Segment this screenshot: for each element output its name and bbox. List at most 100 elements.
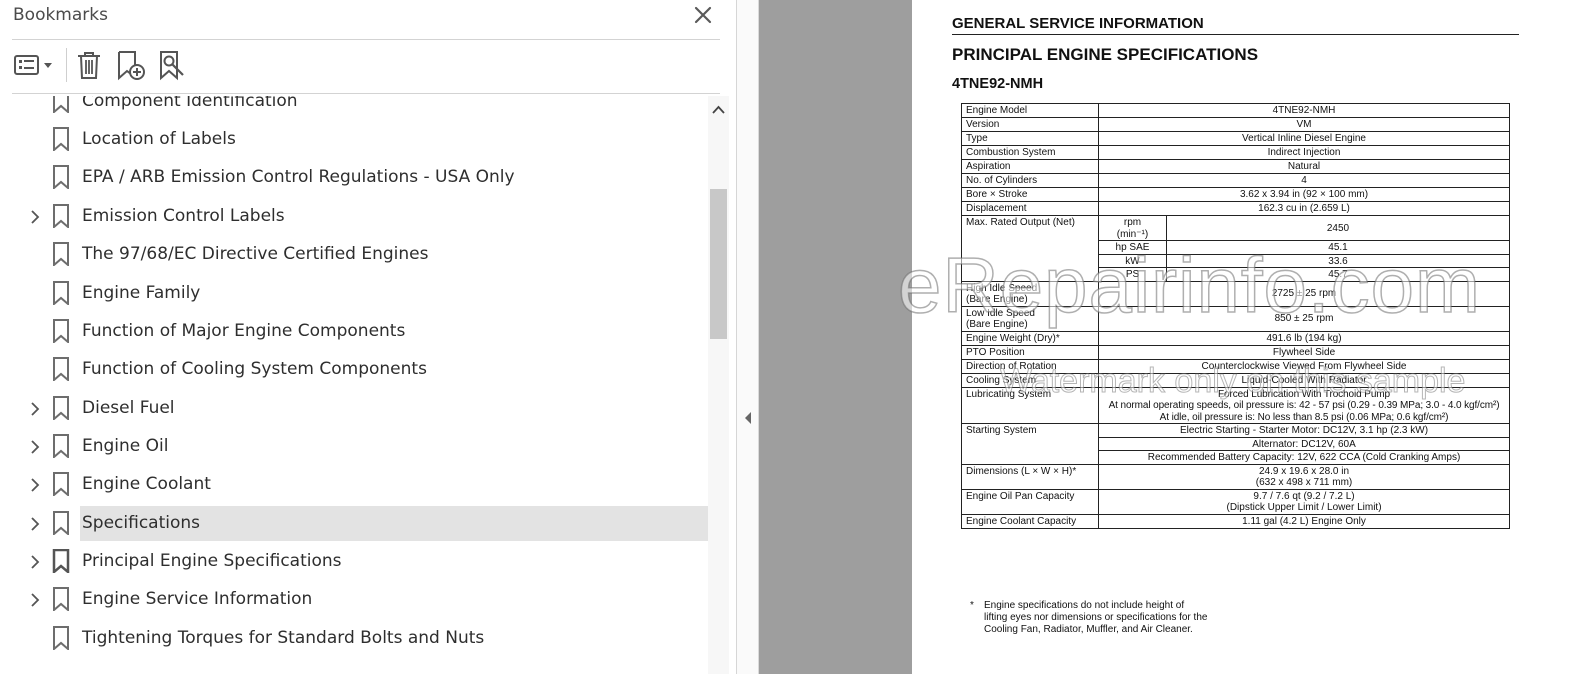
bookmark-item[interactable]: Engine Oil — [0, 429, 708, 464]
pane-splitter[interactable] — [737, 0, 759, 674]
bookmark-item[interactable]: Function of Major Engine Components — [0, 314, 708, 349]
bookmark-scrollbar[interactable] — [708, 96, 729, 674]
bookmark-icon — [53, 281, 69, 305]
footnote-marker: * — [970, 600, 974, 611]
bookmark-item[interactable]: Tightening Torques for Standard Bolts an… — [0, 621, 708, 656]
spec-table: Engine Model 4TNE92-NMH Version VM Type Ver… — [961, 103, 1511, 529]
table-row: Combustion System Indirect Injection — [961, 145, 1511, 160]
spec-label: Engine Oil Pan Capacity — [961, 488, 1099, 515]
spec-label: Aspiration — [961, 159, 1099, 174]
spec-label: Lubricating System — [961, 386, 1099, 424]
bookmark-icon — [53, 165, 69, 189]
divider — [12, 93, 720, 94]
bookmark-list: Component Identification Location of Lab… — [0, 96, 708, 674]
options-menu-button[interactable] — [13, 49, 57, 81]
bookmark-label[interactable]: Engine Oil — [80, 429, 708, 464]
bookmark-icon — [53, 434, 69, 458]
bookmark-label[interactable]: Principal Engine Specifications — [80, 544, 708, 579]
chevron-right-icon[interactable] — [25, 475, 45, 495]
bookmark-icon — [53, 472, 69, 496]
spec-value: 162.3 cu in (2.659 L) — [1097, 201, 1511, 216]
spec-unit: rpm (min⁻¹) — [1098, 215, 1167, 241]
footnote-text: Engine specifications do not include hei… — [984, 600, 1244, 636]
bookmark-item[interactable]: The 97/68/EC Directive Certified Engines — [0, 237, 708, 272]
bookmark-label[interactable]: Function of Cooling System Components — [80, 352, 708, 387]
chevron-right-icon[interactable] — [25, 552, 45, 572]
bookmark-label[interactable]: Location of Labels — [80, 122, 708, 157]
bookmark-item[interactable]: Principal Engine Specifications — [0, 544, 708, 579]
bookmark-label[interactable]: Engine Service Information — [80, 582, 708, 617]
bookmark-label[interactable]: The 97/68/EC Directive Certified Engines — [80, 237, 708, 272]
spec-label: Cooling System — [961, 372, 1099, 388]
bookmark-icon — [53, 204, 69, 228]
close-panel-button[interactable] — [690, 2, 716, 28]
triangle-left-icon[interactable] — [742, 410, 754, 426]
bookmark-item-selected[interactable]: Specifications — [0, 506, 708, 541]
table-row: Dimensions (L × W × H)* 24.9 x 19.6 x 28.… — [961, 463, 1511, 490]
header-rule — [952, 34, 1519, 35]
table-row: Bore × Stroke 3.62 x 3.94 in (92 × 100 mm… — [961, 187, 1511, 202]
list-options-icon — [14, 55, 52, 75]
spec-value: 4 — [1097, 173, 1511, 188]
spec-label: Low Idle Speed (Bare Engine) — [961, 305, 1099, 332]
bookmark-label[interactable]: Diesel Fuel — [80, 391, 708, 426]
chevron-right-icon[interactable] — [25, 207, 45, 227]
chevron-up-icon[interactable] — [708, 102, 729, 118]
spec-value: 1.11 gal (4.2 L) Engine Only — [1097, 513, 1511, 529]
chevron-right-icon[interactable] — [25, 590, 45, 610]
unit-line: (min⁻¹) — [1116, 228, 1149, 240]
table-row: Engine Model 4TNE92-NMH — [961, 103, 1511, 118]
add-bookmark-icon — [118, 51, 145, 81]
value-line: (632 x 498 x 711 mm) — [1255, 477, 1353, 488]
table-row: PTO Position Flywheel Side — [961, 344, 1511, 360]
bookmark-label[interactable]: Component Identification — [80, 96, 708, 119]
bookmark-item[interactable]: Engine Service Information — [0, 582, 708, 617]
spec-label: Combustion System — [961, 145, 1099, 160]
table-row: Aspiration Natural — [961, 159, 1511, 174]
bookmark-item[interactable]: EPA / ARB Emission Control Regulations -… — [0, 160, 708, 195]
bookmark-item[interactable]: Emission Control Labels — [0, 199, 708, 234]
bookmark-item[interactable]: Location of Labels — [0, 122, 708, 157]
table-row: Displacement 162.3 cu in (2.659 L) — [961, 201, 1511, 216]
bookmark-label[interactable]: Tightening Torques for Standard Bolts an… — [80, 621, 708, 656]
table-row: Lubricating System Forced Lubrication Wit… — [961, 386, 1511, 424]
spec-value: Recommended Battery Capacity: 12V, 622 C… — [1097, 450, 1511, 465]
value-line: 24.9 x 19.6 x 28.0 in — [1258, 465, 1350, 477]
bookmark-label[interactable]: Emission Control Labels — [80, 199, 708, 234]
spec-value: 33.6 — [1165, 253, 1511, 268]
spec-unit: PS — [1098, 267, 1167, 282]
chevron-right-icon[interactable] — [25, 514, 45, 534]
spec-label: Version — [961, 117, 1099, 132]
footnote-line: Cooling Fan, Radiator, Muffler, and Air … — [984, 624, 1193, 635]
table-row: Version VM — [961, 117, 1511, 132]
spec-label: Engine Weight (Dry)* — [961, 330, 1099, 346]
chevron-right-icon[interactable] — [25, 399, 45, 419]
bookmark-item[interactable]: Diesel Fuel — [0, 391, 708, 426]
spec-value: 2450 — [1165, 215, 1511, 241]
chevron-right-icon[interactable] — [25, 437, 45, 457]
bookmark-item[interactable]: Engine Coolant — [0, 467, 708, 502]
add-bookmark-button[interactable] — [115, 49, 147, 81]
bookmark-label[interactable]: Engine Family — [80, 276, 708, 311]
scrollbar-thumb[interactable] — [710, 189, 727, 339]
table-row: No. of Cylinders 4 — [961, 173, 1511, 188]
spec-value: Counterclockwise Viewed From Flywheel Si… — [1097, 358, 1511, 374]
spec-unit: hp SAE — [1098, 240, 1167, 255]
value-line: At normal operating speeds, oil pressure… — [1108, 400, 1500, 411]
spec-value: 45.7 — [1165, 267, 1511, 282]
find-bookmark-button[interactable] — [157, 49, 189, 81]
bookmark-label[interactable]: Engine Coolant — [80, 467, 708, 502]
bookmark-label[interactable]: Specifications — [80, 506, 708, 541]
spec-value: Alternator: DC12V, 60A — [1097, 436, 1511, 451]
delete-bookmark-button[interactable] — [73, 49, 105, 81]
bookmark-label[interactable]: Function of Major Engine Components — [80, 314, 708, 349]
bookmarks-panel: Bookmarks Component Identification Locat… — [0, 0, 737, 674]
table-row: Direction of Rotation Counterclockwise Vi… — [961, 358, 1511, 374]
value-line: 9.7 / 7.6 qt (9.2 / 7.2 L) — [1253, 490, 1355, 502]
bookmark-item[interactable]: Component Identification — [0, 96, 708, 119]
bookmark-label[interactable]: EPA / ARB Emission Control Regulations -… — [80, 160, 708, 195]
bookmark-item[interactable]: Function of Cooling System Components — [0, 352, 708, 387]
table-row: High Idle Speed (Bare Engine) 2725 ± 25 rp… — [961, 280, 1511, 307]
unit-line: rpm — [1123, 217, 1142, 228]
bookmark-item[interactable]: Engine Family — [0, 276, 708, 311]
